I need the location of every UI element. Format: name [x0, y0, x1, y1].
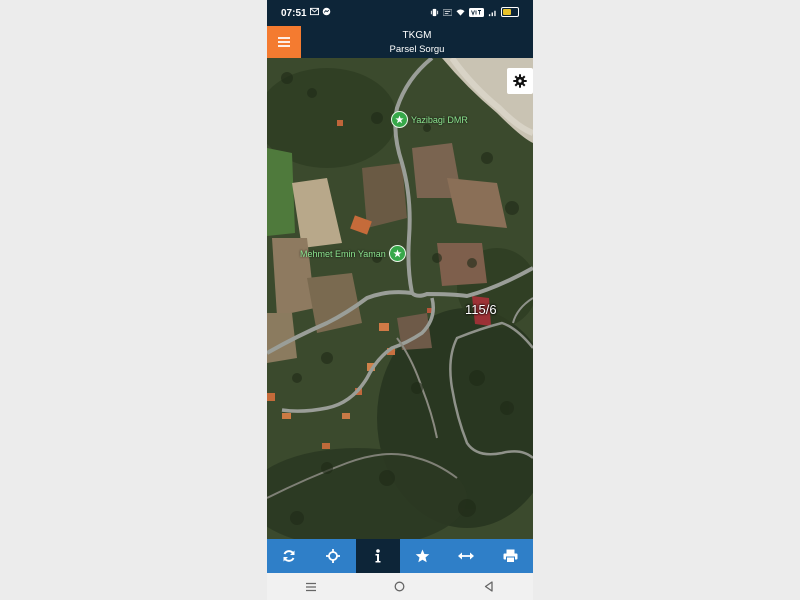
battery-icon — [501, 7, 519, 17]
back-button[interactable] — [479, 579, 499, 595]
back-icon — [484, 581, 493, 592]
map-settings-button[interactable] — [507, 68, 533, 94]
map-imagery — [267, 58, 533, 539]
home-icon — [395, 581, 405, 592]
gear-icon — [513, 74, 527, 88]
poi-label: Yazibagi DMR — [411, 114, 468, 125]
poi-marker[interactable]: Yazibagi DMR — [391, 111, 468, 128]
status-bar: 07:51 — [267, 0, 533, 26]
app-subtitle: Parsel Sorgu — [389, 44, 445, 55]
poi-marker[interactable]: Mehmet Emin Yaman — [300, 245, 406, 262]
app-title: TKGM — [402, 30, 432, 41]
info-button[interactable] — [355, 539, 400, 573]
star-icon — [415, 549, 429, 563]
phone-screen: 07:51 TKGM Parsel Sorgu Yazibagi DMR Meh… — [267, 0, 533, 600]
info-icon — [375, 549, 381, 563]
hamburger-icon — [278, 37, 290, 47]
locate-icon — [326, 549, 341, 563]
locate-button[interactable] — [311, 539, 355, 573]
poi-star-icon — [388, 245, 406, 262]
status-time: 07:51 — [281, 8, 307, 19]
parcel-label[interactable]: 115/6 — [465, 302, 497, 317]
menu-button[interactable] — [267, 26, 301, 58]
bottom-toolbar — [267, 539, 533, 573]
refresh-icon — [283, 550, 295, 562]
measure-button[interactable] — [444, 539, 488, 573]
favorites-button[interactable] — [400, 539, 444, 573]
signal-icon — [488, 10, 496, 16]
data-speed-icon — [443, 9, 452, 15]
system-nav-bar — [267, 573, 533, 600]
poi-star-icon — [391, 111, 408, 128]
gmail-icon — [310, 7, 319, 16]
poi-label: Mehmet Emin Yaman — [300, 248, 386, 259]
home-button[interactable] — [390, 579, 410, 595]
measure-icon — [458, 552, 475, 560]
volte-icon — [469, 7, 484, 17]
wifi-icon — [456, 8, 465, 16]
print-icon — [503, 549, 518, 563]
refresh-button[interactable] — [267, 539, 311, 573]
recent-apps-icon — [306, 582, 317, 591]
satellite-map[interactable]: Yazibagi DMR Mehmet Emin Yaman 115/6 — [267, 58, 533, 539]
recent-apps-button[interactable] — [301, 579, 321, 595]
print-button[interactable] — [489, 539, 533, 573]
messenger-icon — [322, 7, 331, 16]
vibrate-icon — [430, 8, 439, 16]
app-header: TKGM Parsel Sorgu — [267, 26, 533, 58]
